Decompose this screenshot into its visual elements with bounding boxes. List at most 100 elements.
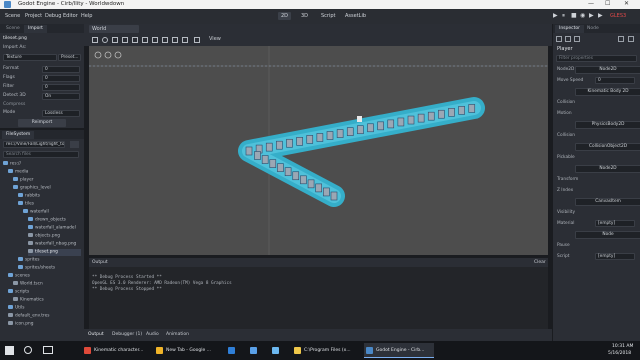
bottom-tab-audio[interactable]: Audio [146,332,159,337]
history-back-icon[interactable] [618,36,624,42]
pause-icon[interactable]: ⏸ [562,12,565,20]
class-section-button[interactable]: Node [575,231,640,239]
folder-item[interactable]: rabbits [18,193,81,200]
path-field[interactable]: res://Vine/Fall/Light/light_to... [3,141,65,148]
file-item[interactable]: tileset.png [28,249,81,256]
clear-button[interactable]: Clear [534,260,546,265]
taskbar-app-button[interactable] [226,343,246,358]
format-field[interactable]: 0 [42,66,80,73]
group-icon[interactable] [172,37,178,43]
property-label[interactable]: Motion [557,111,572,118]
save-resource-icon[interactable] [574,36,580,42]
file-item[interactable]: icon.png [8,321,81,328]
tab-inspector[interactable]: Inspector [555,25,584,33]
folder-item[interactable]: sprites/sheets [18,265,81,272]
class-section-button[interactable]: Node2D [575,66,640,74]
folder-item[interactable]: waterfall_alamadel [28,225,81,232]
file-item[interactable]: waterfall_nbag.png [28,241,81,248]
property-label[interactable]: Visibility [557,210,575,217]
task-view-icon[interactable] [43,346,53,354]
bottom-tab-output[interactable]: Output [88,332,104,337]
search-icon[interactable] [24,346,32,354]
property-label[interactable]: Pickable [557,155,575,162]
folder-item[interactable]: Utils [8,305,81,312]
pan-tool-icon[interactable] [142,37,148,43]
folder-item[interactable]: res:// [3,161,81,168]
filter-properties-input[interactable]: Filter properties [556,55,637,62]
filter-field[interactable]: 0 [42,84,80,91]
detect3d-field[interactable]: On [42,93,80,100]
file-item[interactable]: objects.png [28,233,81,240]
mode-assetlib[interactable]: AssetLib [342,12,369,20]
play-icon[interactable]: ▶ [553,12,558,19]
folder-item[interactable]: graphics_level [13,185,81,192]
bottom-tab-animation[interactable]: Animation [166,332,189,337]
taskbar-app-button[interactable]: Kinematic character... [82,343,152,358]
folder-item[interactable]: waterfall [23,209,81,216]
class-section-button[interactable]: Kinematic Body 2D [575,88,640,96]
class-section-button[interactable]: CollisionObject2D [575,143,640,151]
stop-icon[interactable]: ■ [571,12,577,19]
select-tool-icon[interactable] [92,37,98,43]
lock-icon[interactable] [162,37,168,43]
property-field[interactable]: [empty] [595,220,635,227]
snap-icon[interactable] [152,37,158,43]
tab-filesystem[interactable]: FileSystem [2,131,35,139]
grid-icon[interactable] [194,37,200,43]
play-custom-icon[interactable]: ▶ [598,12,603,19]
taskbar-app-button[interactable] [248,343,268,358]
reimport-button[interactable]: Reimport [18,119,66,127]
split-mode-icon[interactable] [70,141,79,148]
list-tool-icon[interactable] [132,37,138,43]
mode-select[interactable]: Lossless [42,110,80,117]
menu-help[interactable]: Help [81,13,92,19]
scale-tool-icon[interactable] [122,37,128,43]
class-section-button[interactable]: PhysicsBody2D [575,121,640,129]
property-field[interactable]: [empty] [595,253,635,260]
flags-field[interactable]: 0 [42,75,80,82]
rotate-tool-icon[interactable] [112,37,118,43]
file-item[interactable]: default_env.tres [8,313,81,320]
taskbar-app-button[interactable] [270,343,290,358]
start-icon[interactable] [5,346,14,355]
skeleton-icon[interactable] [182,37,188,43]
folder-item[interactable]: player [13,177,81,184]
property-field[interactable]: 0 [595,77,635,84]
property-label[interactable]: Collision [557,100,575,107]
history-forward-icon[interactable] [628,36,634,42]
move-tool-icon[interactable] [102,37,108,43]
view-menu[interactable]: View [209,36,221,42]
property-label[interactable]: Z Index [557,188,573,195]
class-section-button[interactable]: CanvasItem [575,198,640,206]
menu-debug[interactable]: Debug [45,13,61,19]
tab-world[interactable]: World [89,25,139,33]
menu-scene[interactable]: Scene [5,13,20,19]
scene-viewport[interactable] [89,46,548,255]
new-resource-icon[interactable] [556,36,562,42]
folder-item[interactable]: sprites [18,257,81,264]
folder-item[interactable]: tiles [18,201,81,208]
property-label[interactable]: Transform [557,177,578,184]
tab-node[interactable]: Node [583,25,603,33]
load-resource-icon[interactable] [565,36,571,42]
gles-badge[interactable]: GLES3 [610,13,626,19]
maximize-button[interactable]: ☐ [605,0,610,7]
preset-button[interactable]: Preset... [58,54,81,61]
class-section-button[interactable]: Node2D [575,165,640,173]
minimize-button[interactable]: — [588,0,594,7]
search-files-input[interactable]: Search files [3,151,79,158]
folder-item[interactable]: scenes [8,273,81,280]
bottom-tab-debugger[interactable]: Debugger (1) [112,332,142,337]
property-label[interactable]: Pause [557,243,570,250]
folder-item[interactable]: drewn_objects [28,217,81,224]
taskbar-app-button[interactable]: Godot Engine - Cirb... [364,343,434,358]
play-scene-icon[interactable]: ▶ [589,12,594,19]
tab-scene[interactable]: Scene [2,25,24,33]
import-as-select[interactable]: Texture [3,54,57,61]
property-label[interactable]: Collision [557,133,575,140]
file-item[interactable]: Kinematics [13,297,81,304]
menu-project[interactable]: Project [25,13,42,19]
mode-2d[interactable]: 2D [278,12,292,20]
file-item[interactable]: World.tscn [13,281,81,288]
taskbar-app-button[interactable]: New Tab - Google ... [154,343,224,358]
